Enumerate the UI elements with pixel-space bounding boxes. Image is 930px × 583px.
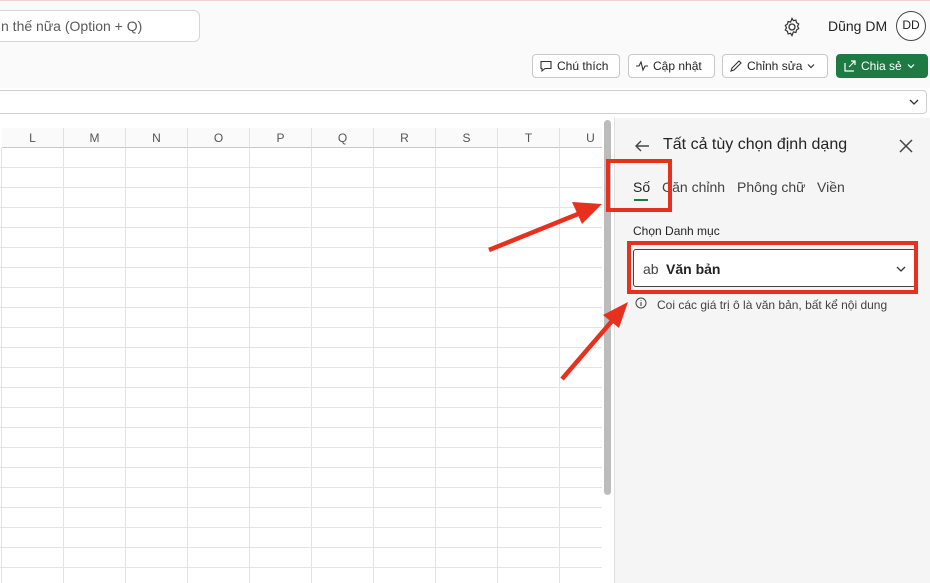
gear-icon[interactable] [782, 17, 802, 37]
chevron-down-icon [907, 64, 915, 69]
column-header[interactable]: R [374, 128, 436, 148]
column-header[interactable]: O [188, 128, 250, 148]
category-description: Coi các giá trị ô là văn bản, bất kể nội… [657, 298, 888, 312]
column-header[interactable]: Q [312, 128, 374, 148]
comment-label: Chú thích [557, 59, 609, 73]
grid-cells[interactable] [0, 148, 602, 583]
comment-button[interactable]: Chú thích [532, 54, 620, 78]
tab-border[interactable]: Viền [817, 179, 845, 195]
update-label: Cập nhật [653, 59, 702, 73]
highlight-box-number-tab [606, 159, 672, 212]
command-bar: Chú thích Cập nhật Chỉnh sửa Chia sẻ [0, 50, 930, 88]
spreadsheet-grid[interactable]: LMNOPQRSTU [0, 118, 602, 583]
highlight-box-category-select [627, 241, 918, 294]
chevron-down-icon [807, 64, 815, 69]
chevron-down-icon[interactable] [908, 96, 920, 108]
back-arrow-icon[interactable] [634, 139, 650, 153]
category-label: Chọn Danh mục [633, 224, 720, 238]
activity-icon [636, 60, 648, 72]
avatar[interactable]: DD [896, 11, 926, 41]
close-icon[interactable] [899, 139, 913, 153]
formula-bar[interactable] [0, 90, 927, 114]
pane-title: Tất cả tùy chọn định dạng [663, 136, 848, 153]
share-label: Chia sẻ [861, 59, 902, 73]
column-header[interactable]: M [64, 128, 126, 148]
edit-mode-button[interactable]: Chỉnh sửa [722, 54, 828, 78]
edit-label: Chỉnh sửa [747, 59, 803, 73]
column-header[interactable]: S [436, 128, 498, 148]
column-header[interactable]: N [126, 128, 188, 148]
top-bar: n thế nữa (Option + Q) Dũng DM DD [0, 0, 930, 51]
column-header[interactable]: U [560, 128, 602, 148]
update-button[interactable]: Cập nhật [628, 54, 715, 78]
info-icon [635, 297, 647, 309]
pencil-icon [730, 60, 742, 72]
column-header[interactable]: T [498, 128, 560, 148]
search-input[interactable]: n thế nữa (Option + Q) [0, 10, 200, 42]
column-header[interactable]: L [2, 128, 64, 148]
share-button[interactable]: Chia sẻ [836, 54, 928, 78]
share-icon [844, 60, 856, 72]
column-header[interactable]: P [250, 128, 312, 148]
user-name[interactable]: Dũng DM [828, 18, 887, 34]
comment-icon [540, 60, 552, 73]
tab-font[interactable]: Phông chữ [737, 179, 806, 195]
